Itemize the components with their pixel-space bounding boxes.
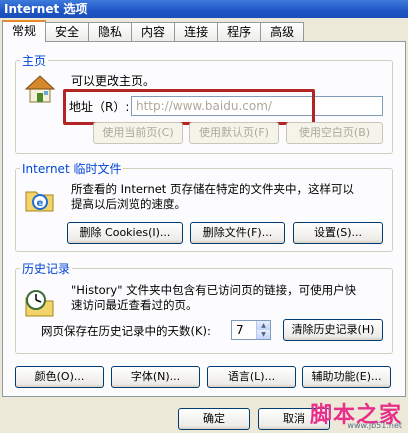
delete-cookies-button[interactable]: 删除 Cookies(I)... bbox=[67, 222, 183, 244]
general-tab-panel: 主页 可以更改主页。 地址（R）: http://www.baidu.com/ … bbox=[2, 41, 406, 397]
languages-button[interactable]: 语言(L)... bbox=[207, 366, 296, 388]
tab-advanced[interactable]: 高级 bbox=[260, 22, 305, 42]
use-current-page-button[interactable]: 使用当前页(C) bbox=[93, 122, 183, 144]
tab-security[interactable]: 安全 bbox=[45, 22, 90, 42]
window-title: Internet 选项 bbox=[0, 0, 408, 18]
history-description-1: "History" 文件夹中包含有已访问页的链接，可使用户快 bbox=[71, 283, 357, 297]
history-clock-icon bbox=[25, 290, 54, 317]
homepage-description: 可以更改主页。 bbox=[71, 74, 156, 88]
svg-text:e: e bbox=[37, 198, 44, 209]
tab-general[interactable]: 常规 bbox=[2, 20, 47, 42]
history-legend: 历史记录 bbox=[22, 262, 71, 276]
spin-up-icon[interactable]: ▲ bbox=[256, 321, 270, 330]
site-watermark: 脚本之家 www.jb51.net bbox=[272, 397, 402, 431]
history-days-label: 网页保存在历史记录中的天数(K): bbox=[41, 324, 211, 338]
ok-button[interactable]: 确定 bbox=[178, 408, 250, 430]
tab-strip: 常规 安全 隐私 内容 连接 程序 高级 bbox=[2, 20, 305, 42]
delete-files-button[interactable]: 删除文件(F)... bbox=[190, 222, 285, 244]
highlight-box bbox=[63, 89, 315, 125]
clear-history-button[interactable]: 清除历史记录(H) bbox=[283, 319, 383, 341]
tab-content[interactable]: 内容 bbox=[131, 22, 176, 42]
fonts-button[interactable]: 字体(N)... bbox=[111, 366, 200, 388]
tab-privacy[interactable]: 隐私 bbox=[88, 22, 133, 42]
history-days-value[interactable]: 7 bbox=[236, 323, 244, 337]
colors-button[interactable]: 颜色(O)... bbox=[15, 366, 104, 388]
temp-files-description-2: 提高以后浏览的速度。 bbox=[71, 197, 186, 211]
history-description-2: 速访问最近查看过的页。 bbox=[71, 298, 198, 312]
temp-files-legend: Internet 临时文件 bbox=[22, 162, 122, 176]
tab-programs[interactable]: 程序 bbox=[217, 22, 262, 42]
ie-folder-icon: e bbox=[25, 191, 54, 212]
use-default-page-button[interactable]: 使用默认页(F) bbox=[189, 122, 279, 144]
temp-files-description-1: 所查看的 Internet 页存储在特定的文件夹中，这样可以 bbox=[71, 182, 354, 196]
accessibility-button[interactable]: 辅助功能(E)... bbox=[302, 366, 391, 388]
spin-down-icon[interactable]: ▼ bbox=[256, 330, 270, 339]
temp-settings-button[interactable]: 设置(S)... bbox=[293, 222, 383, 244]
tab-connections[interactable]: 连接 bbox=[174, 22, 219, 42]
homepage-legend: 主页 bbox=[22, 54, 47, 68]
watermark-url: www.jb51.net bbox=[347, 421, 402, 430]
house-icon bbox=[24, 75, 56, 103]
use-blank-page-button[interactable]: 使用空白页(B) bbox=[286, 122, 383, 144]
history-days-spinner[interactable]: 7 ▲ ▼ bbox=[231, 320, 271, 340]
